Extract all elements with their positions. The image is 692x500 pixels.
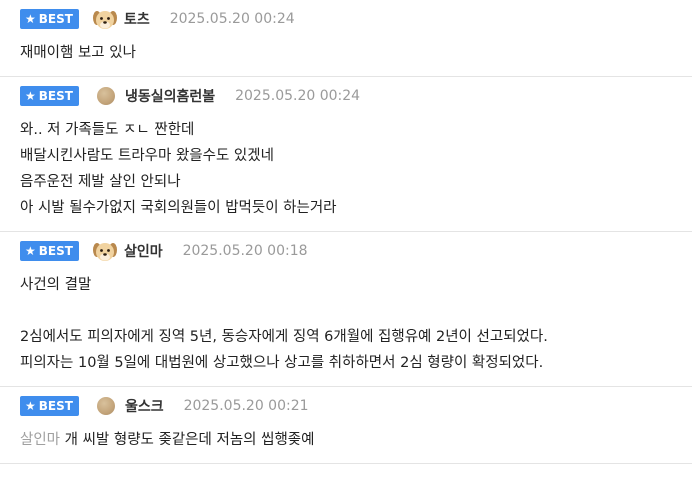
star-icon: ★: [25, 399, 36, 413]
comment-line: 사건의 결말: [20, 277, 92, 293]
comment-line: 음주운전 제발 살인 안되나: [20, 174, 181, 190]
nickname[interactable]: 울스크: [125, 396, 164, 416]
timestamp: 2025.05.20 00:18: [182, 243, 308, 259]
comment-body: 사건의 결말 2심에서도 피의자에게 징역 5년, 동승자에게 징역 6개월에 …: [0, 262, 692, 376]
comment-text: 개 씨발 형량도 좆같은데 저놈의 씹행좆예: [64, 432, 315, 448]
best-badge: ★ BEST: [20, 9, 79, 29]
nickname[interactable]: 살인마: [124, 241, 163, 261]
comment-header: ★ BEST 울스크 2025.05.20 00:21: [0, 395, 692, 417]
comment-line: 2심에서도 피의자에게 징역 5년, 동승자에게 징역 6개월에 집행유예 2년…: [20, 329, 548, 345]
best-badge: ★ BEST: [20, 86, 79, 106]
best-badge: ★ BEST: [20, 396, 79, 416]
nickname[interactable]: 토츠: [124, 9, 150, 29]
comment-item: ★ BEST 냉동실의홈런볼 2025.05.20 00:24 와.. 저 가족…: [0, 77, 692, 232]
best-badge-label: BEST: [38, 89, 73, 103]
comment-line: 재매이햄 보고 있나: [20, 45, 136, 61]
comment-body: 재매이햄 보고 있나: [0, 30, 692, 66]
comment-line: 살인마 개 씨발 형량도 좆같은데 저놈의 씹행좆예: [20, 427, 692, 453]
star-icon: ★: [25, 244, 36, 258]
comment-item: ★ BEST 토츠 2025.05.20 00:24 재매이햄 보고 있나: [0, 0, 692, 77]
comment-line: 아 시발 될수가없지 국회의원들이 밥먹듯이 하는거라: [20, 200, 337, 216]
star-icon: ★: [25, 12, 36, 26]
nickname[interactable]: 냉동실의홈런볼: [125, 86, 215, 106]
comment-item: ★ BEST 울스크 2025.05.20 00:21 살인마 개 씨발 형량도…: [0, 387, 692, 464]
star-icon: ★: [25, 89, 36, 103]
comment-body: 살인마 개 씨발 형량도 좆같은데 저놈의 씹행좆예: [0, 417, 692, 453]
timestamp: 2025.05.20 00:21: [183, 398, 309, 414]
comment-body: 와.. 저 가족들도 ㅈㄴ 짠한데 배달시킨사람도 트라우마 왔을수도 있겠네 …: [0, 107, 692, 221]
timestamp: 2025.05.20 00:24: [169, 11, 295, 27]
puppy-avatar-icon[interactable]: [92, 6, 118, 32]
comment-header: ★ BEST 토츠 2025.05.20 00:24: [0, 8, 692, 30]
comment-blank-line: [20, 298, 692, 324]
best-badge-label: BEST: [38, 12, 73, 26]
comment-line: 와.. 저 가족들도 ㅈㄴ 짠한데: [20, 122, 195, 138]
comment-header: ★ BEST 냉동실의홈런볼 2025.05.20 00:24: [0, 85, 692, 107]
comment-line: 배달시킨사람도 트라우마 왔을수도 있겠네: [20, 148, 274, 164]
comment-line: 피의자는 10월 5일에 대법원에 상고했으나 상고를 취하하면서 2심 형량이…: [20, 355, 544, 371]
comment-item: ★ BEST 살인마 2025.05.20 00:18 사건의 결말 2심에서도…: [0, 232, 692, 387]
comment-header: ★ BEST 살인마 2025.05.20 00:18: [0, 240, 692, 262]
comment-list: ★ BEST 토츠 2025.05.20 00:24 재매이햄 보고 있나 ★ …: [0, 0, 692, 500]
puppy-avatar-icon[interactable]: [92, 238, 118, 264]
best-badge-label: BEST: [38, 244, 73, 258]
mention-link[interactable]: 살인마: [20, 432, 60, 448]
round-dot-avatar-icon[interactable]: [96, 87, 115, 105]
round-dot-avatar-icon[interactable]: [96, 397, 115, 415]
best-badge-label: BEST: [38, 399, 73, 413]
timestamp: 2025.05.20 00:24: [235, 88, 361, 104]
best-badge: ★ BEST: [20, 241, 79, 261]
